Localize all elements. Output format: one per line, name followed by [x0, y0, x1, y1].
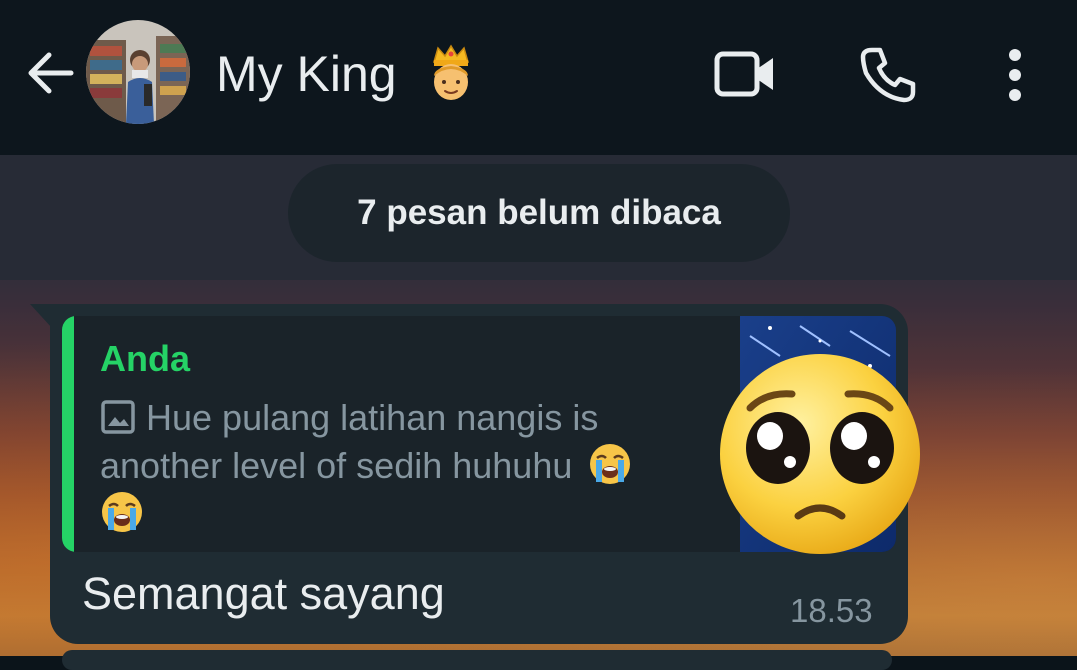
arrow-left-icon: [28, 52, 74, 94]
loudly-crying-face-emoji: [590, 444, 631, 484]
quote-text-block: Hue pulang latihan nangis is another lev…: [100, 394, 720, 538]
video-call-button[interactable]: [708, 44, 782, 104]
quote-text: Hue pulang latihan nangis is another lev…: [100, 397, 599, 486]
pleading-face-emoji: [720, 354, 920, 554]
contact-name[interactable]: My King: [216, 44, 397, 104]
voice-call-button[interactable]: [855, 42, 921, 108]
quote-accent-bar: [62, 316, 74, 552]
quote-author: Anda: [100, 338, 190, 379]
chat-header: My King: [0, 0, 1077, 155]
more-options-button[interactable]: [990, 42, 1040, 108]
message-timestamp: 18.53: [790, 592, 873, 629]
bubble-tail: [30, 304, 52, 328]
avatar[interactable]: [86, 20, 190, 124]
image-icon: [101, 400, 135, 434]
contact-avatar-image: [86, 20, 190, 124]
phone-icon: [860, 47, 916, 103]
unread-messages-banner: 7 pesan belum dibaca: [288, 164, 790, 262]
next-message-bubble[interactable]: [62, 650, 892, 670]
video-camera-icon: [714, 51, 773, 97]
message-text: Semangat sayang: [82, 568, 445, 619]
back-button[interactable]: [22, 46, 76, 100]
more-vertical-icon: [1009, 49, 1021, 101]
crown-prince-emoji: [433, 44, 469, 100]
loudly-crying-face-emoji: [102, 492, 142, 532]
